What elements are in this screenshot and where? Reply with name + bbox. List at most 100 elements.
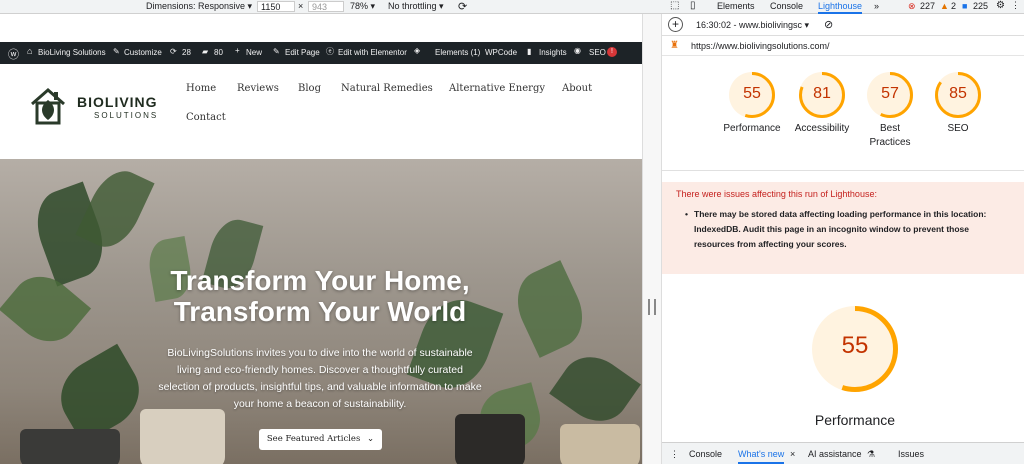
warning-icon: ▲ — [940, 1, 949, 11]
label-performance: Performance — [723, 123, 781, 134]
diamond-icon: ◈ — [414, 46, 421, 55]
zoom-dropdown[interactable]: 78% ▾ — [350, 1, 375, 12]
error-icon: ⊗ — [908, 1, 916, 11]
comment-icon: ▰ — [202, 47, 209, 56]
hero-title: Transform Your Home, Transform Your Worl… — [80, 265, 560, 327]
label-accessibility: Accessibility — [794, 123, 850, 134]
issues-count: 225 — [973, 1, 989, 11]
times-sign: × — [298, 1, 304, 11]
nav-contact[interactable]: Contact — [186, 112, 226, 123]
nav-natural-remedies[interactable]: Natural Remedies — [341, 83, 433, 94]
flask-icon: ⚗ — [867, 449, 876, 459]
wp-insights-link[interactable]: Insights — [539, 48, 567, 57]
updates-icon: ⟳ — [170, 47, 177, 56]
bar-chart-icon: ▮ — [527, 47, 532, 56]
logo-sub-text: SOLUTIONS — [94, 111, 159, 120]
wp-seo-link[interactable]: SEO — [589, 48, 606, 57]
wp-admin-bar: ⓦ ⌂ BioLiving Solutions ✎ Customize ⟳ 28… — [0, 42, 642, 64]
hero-section: Transform Your Home, Transform Your Worl… — [0, 159, 642, 464]
divider-line — [662, 170, 1024, 171]
wp-wpcode-link[interactable]: WPCode — [485, 48, 517, 57]
kebab-icon[interactable]: ⋮ — [1011, 0, 1020, 11]
seo-icon: ◉ — [574, 46, 581, 55]
seo-alert-badge: ! — [607, 47, 617, 57]
inspect-icon[interactable]: ⬚ — [670, 0, 679, 11]
drag-handle-icon[interactable] — [648, 299, 656, 315]
score-accessibility: 81 — [813, 85, 831, 102]
report-url[interactable]: https://www.biolivingsolutions.com/ — [691, 41, 830, 51]
hero-text-line-2: living and eco-friendly homes. Discover … — [177, 364, 463, 376]
more-tabs-icon[interactable]: » — [874, 1, 879, 11]
big-score-label: Performance — [814, 412, 896, 428]
score-performance: 55 — [743, 85, 761, 102]
nav-home[interactable]: Home — [186, 83, 216, 94]
settings-icon[interactable]: ⚙ — [996, 0, 1005, 11]
gauge-accessibility[interactable]: 81 Accessibility — [784, 72, 860, 136]
score-best-practices: 57 — [881, 85, 899, 102]
lighthouse-icon: ♜ — [670, 40, 679, 51]
hero-title-line-2: Transform Your World — [173, 296, 467, 327]
hero-description: BioLivingSolutions invites you to dive i… — [140, 345, 500, 413]
tab-console[interactable]: Console — [770, 1, 803, 11]
drawer-tab-console[interactable]: Console — [689, 449, 722, 459]
wp-customize-link[interactable]: Customize — [124, 48, 162, 57]
tab-lighthouse[interactable]: Lighthouse — [818, 1, 863, 14]
width-input[interactable]: 1150 — [257, 1, 295, 12]
wp-elementor-link[interactable]: Edit with Elementor — [338, 48, 407, 57]
rotate-icon[interactable]: ⟳ — [458, 0, 467, 13]
nav-alternative-energy[interactable]: Alternative Energy — [449, 83, 545, 94]
wp-elements-link[interactable]: Elements (1) — [435, 48, 480, 57]
hero-text-line-3: selection of products, insightful tips, … — [158, 381, 482, 393]
brush-icon: ✎ — [113, 47, 120, 56]
close-icon[interactable]: × — [790, 449, 795, 459]
house-logo-icon[interactable] — [28, 86, 68, 126]
nav-about[interactable]: About — [562, 83, 592, 94]
home-icon: ⌂ — [27, 46, 33, 56]
warning-box: There were issues affecting this run of … — [662, 182, 1024, 274]
page-viewport: ⓦ ⌂ BioLiving Solutions ✎ Customize ⟳ 28… — [0, 14, 642, 464]
cta-label: See Featured Articles — [266, 434, 361, 444]
lighthouse-panel: + 16:30:02 - www.biolivingsc ▾ ⊘ ♜ https… — [662, 14, 1024, 464]
drawer-tab-whats-new[interactable]: What's new — [738, 449, 785, 464]
wp-comments-count[interactable]: 80 — [214, 48, 223, 57]
see-featured-articles-button[interactable]: See Featured Articles ⌄ — [259, 429, 382, 450]
warning-item: • There may be stored data affecting loa… — [685, 209, 987, 249]
drawer-menu-icon[interactable]: ⋮ — [670, 449, 679, 460]
label-seo: SEO — [947, 123, 969, 134]
bullet-icon: • — [685, 209, 688, 219]
big-performance-gauge[interactable]: 55 — [812, 306, 898, 392]
clear-icon[interactable]: ⊘ — [824, 18, 833, 31]
gauge-best-practices[interactable]: 57 Best Practices — [852, 72, 928, 150]
report-url-bar: ♜ https://www.biolivingsolutions.com/ — [662, 36, 1024, 56]
gauge-seo[interactable]: 85 SEO — [920, 72, 996, 136]
device-toolbar: Dimensions: Responsive ▾ 1150 × 943 78% … — [0, 0, 1024, 14]
report-selector[interactable]: 16:30:02 - www.biolivingsc ▾ — [696, 20, 809, 31]
chevron-down-icon: ⌄ — [367, 434, 375, 444]
throttling-dropdown[interactable]: No throttling ▾ — [388, 1, 444, 12]
gauge-performance[interactable]: 55 Performance — [714, 72, 790, 136]
dimensions-dropdown[interactable]: Dimensions: Responsive ▾ — [146, 1, 252, 12]
nav-blog[interactable]: Blog — [298, 83, 321, 94]
logo-main-text: BIOLIVING — [77, 94, 158, 110]
score-seo: 85 — [949, 85, 967, 102]
drawer-tab-issues[interactable]: Issues — [898, 449, 924, 459]
height-input[interactable]: 943 — [308, 1, 344, 12]
split-handle[interactable] — [642, 14, 662, 464]
label-best-practices: Best Practices — [869, 123, 911, 148]
wp-edit-page-link[interactable]: Edit Page — [285, 48, 320, 57]
wordpress-icon[interactable]: ⓦ — [8, 46, 19, 62]
drawer-tabs: ⋮ Console What's new × AI assistance ⚗ I… — [662, 442, 1024, 464]
site-header: BIOLIVING SOLUTIONS Home Reviews Blog Na… — [0, 64, 642, 159]
tab-elements[interactable]: Elements — [717, 1, 755, 11]
new-report-button[interactable]: + — [668, 17, 683, 32]
drawer-tab-ai-assistance[interactable]: AI assistance — [808, 449, 862, 459]
nav-reviews[interactable]: Reviews — [237, 83, 279, 94]
wp-new-link[interactable]: New — [246, 48, 262, 57]
error-count: 227 — [920, 1, 936, 11]
device-toggle-icon[interactable]: ▯ — [690, 0, 696, 11]
big-score: 55 — [841, 332, 869, 359]
wp-site-link[interactable]: BioLiving Solutions — [38, 48, 106, 57]
hero-title-line-1: Transform Your Home, — [170, 265, 470, 296]
wp-updates-count[interactable]: 28 — [182, 48, 191, 57]
issues-icon: ■ — [962, 1, 968, 11]
